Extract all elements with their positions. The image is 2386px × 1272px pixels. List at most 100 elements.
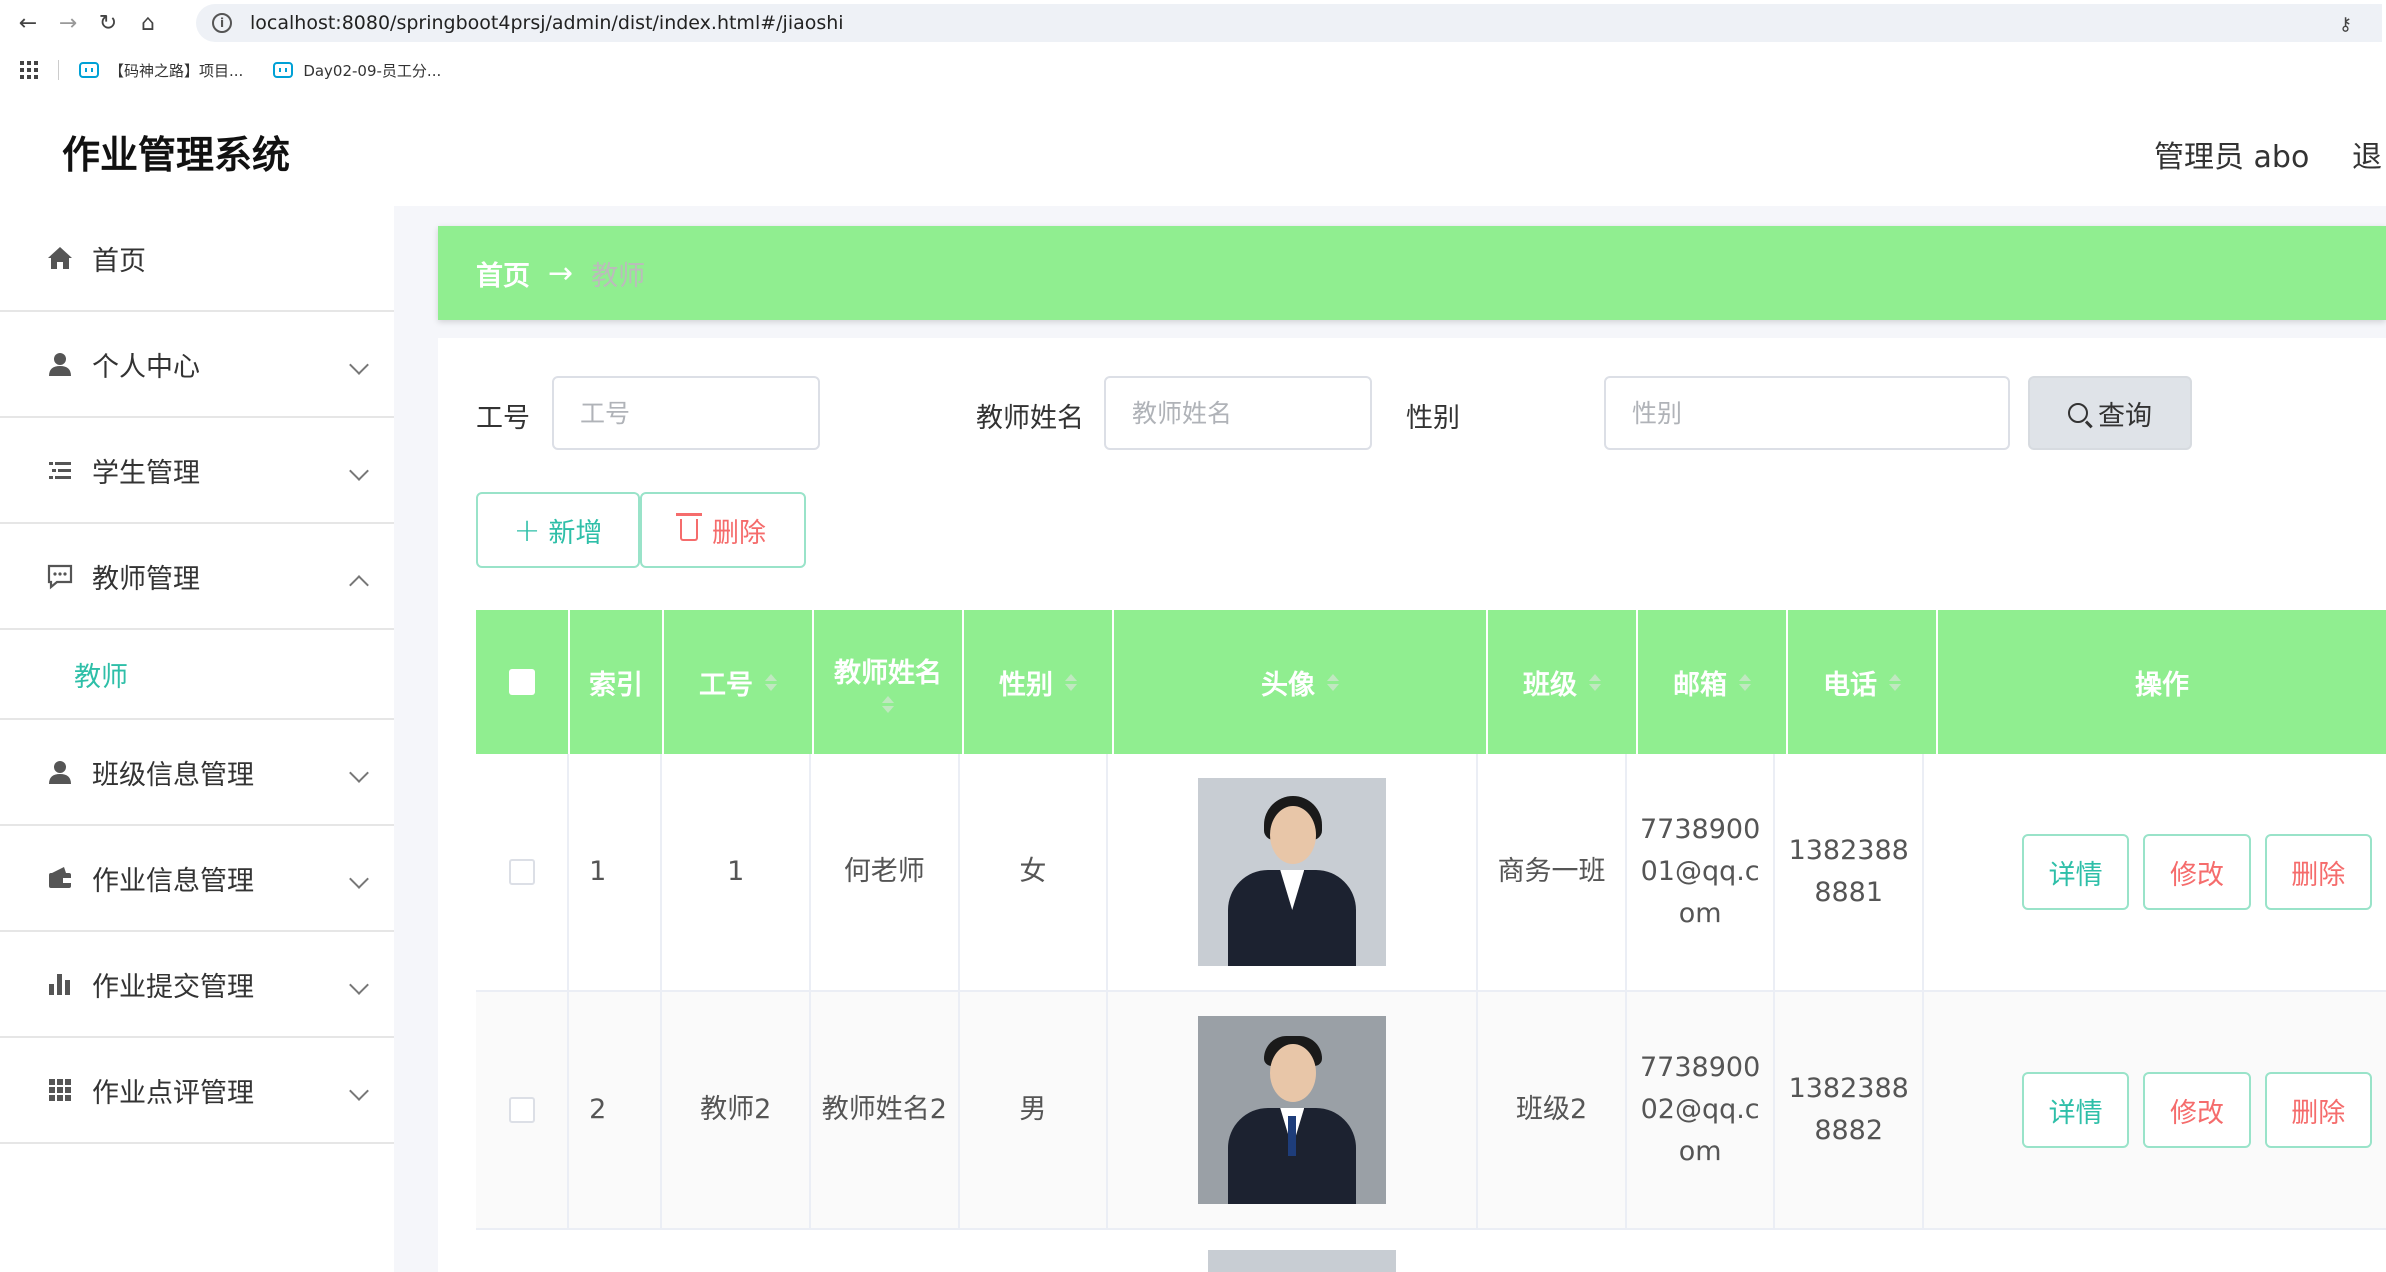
sidebar-item-label: 班级信息管理 <box>92 759 254 791</box>
sidebar-item-teachers[interactable]: 教师管理 <box>0 524 394 630</box>
sidebar-item-classes[interactable]: 班级信息管理 <box>0 720 394 826</box>
forward-icon[interactable]: → <box>48 0 88 46</box>
home-icon <box>46 244 74 272</box>
bar-chart-icon <box>46 970 74 998</box>
teacher-avatar-image <box>1208 1250 1396 1272</box>
sidebar-item-label: 作业提交管理 <box>92 971 254 1003</box>
sidebar-item-home[interactable]: 首页 <box>0 206 394 312</box>
cell-gender: 男 <box>960 992 1109 1228</box>
bilibili-icon <box>273 62 294 78</box>
gender-input[interactable] <box>1604 376 2010 450</box>
column-header-index: 索引 <box>570 610 664 754</box>
cell-phone: 13823888882 <box>1775 992 1924 1228</box>
sidebar-item-label: 学生管理 <box>92 457 200 489</box>
bookmark-label: Day02-09-员工分... <box>303 61 442 80</box>
sort-icon[interactable] <box>1327 673 1339 691</box>
app-header: 作业管理系统 管理员 abo 退 <box>0 94 2386 206</box>
header-label: 邮箱 <box>1673 669 1727 701</box>
breadcrumb-home[interactable]: 首页 <box>476 254 530 293</box>
address-bar[interactable]: i localhost:8080/springboot4prsj/admin/d… <box>196 4 2382 42</box>
info-icon[interactable]: i <box>212 13 232 33</box>
header-label: 班级 <box>1523 669 1577 701</box>
logout-link[interactable]: 退 <box>2352 132 2382 176</box>
breadcrumb-current: 教师 <box>591 260 646 292</box>
query-button[interactable]: 查询 <box>2028 376 2192 450</box>
query-button-label: 查询 <box>2098 400 2152 432</box>
bilibili-icon <box>79 62 99 78</box>
batch-delete-button[interactable]: 删除 <box>640 492 806 568</box>
cell-name: 教师姓名2 <box>811 992 960 1228</box>
cell-name: 何老师 <box>811 754 960 990</box>
url-text: localhost:8080/springboot4prsj/admin/dis… <box>250 12 844 34</box>
header-label: 操作 <box>2135 669 2189 701</box>
column-header-email[interactable]: 邮箱 <box>1638 610 1788 754</box>
select-all-cell <box>476 610 570 754</box>
header-label: 索引 <box>589 669 643 701</box>
teacher-name-input[interactable] <box>1104 376 1372 450</box>
row-checkbox[interactable] <box>508 859 535 885</box>
bookmark-item[interactable]: 【码神之路】项目... <box>79 60 243 81</box>
sidebar-item-reviews[interactable]: 作业点评管理 <box>0 1038 394 1144</box>
current-user: 管理员 abo <box>2154 140 2310 175</box>
sort-icon[interactable] <box>1589 673 1601 691</box>
key-icon[interactable]: ⚷ <box>2339 14 2352 35</box>
user-icon <box>46 758 74 786</box>
sort-icon[interactable] <box>765 673 777 691</box>
teacher-avatar-image <box>1198 1016 1387 1204</box>
edit-button[interactable]: 修改 <box>2143 1072 2251 1148</box>
sidebar-item-profile[interactable]: 个人中心 <box>0 312 394 418</box>
sidebar-item-submissions[interactable]: 作业提交管理 <box>0 932 394 1038</box>
header-label: 头像 <box>1261 669 1315 701</box>
apps-icon[interactable] <box>20 61 38 79</box>
breadcrumb-arrow-icon: → <box>548 255 574 291</box>
sidebar-subitem-teacher[interactable]: 教师 <box>0 630 394 720</box>
batch-delete-label: 删除 <box>712 517 766 549</box>
bookmark-item[interactable]: Day02-09-员工分... <box>273 60 441 81</box>
gonghao-label: 工号 <box>476 403 530 434</box>
sort-icon[interactable] <box>882 696 894 713</box>
select-all-checkbox[interactable] <box>509 669 535 695</box>
delete-button[interactable]: 删除 <box>2264 1072 2372 1148</box>
list-icon <box>46 456 74 484</box>
sort-icon[interactable] <box>1889 673 1901 691</box>
chevron-down-icon <box>349 355 369 375</box>
column-header-name[interactable]: 教师姓名 <box>814 610 964 754</box>
sidebar-item-label: 作业点评管理 <box>92 1077 254 1109</box>
column-header-phone[interactable]: 电话 <box>1788 610 1938 754</box>
add-button[interactable]: + 新增 <box>476 492 640 568</box>
table-header: 索引 工号 教师姓名 性别 头像 班级 邮箱 电话 操作 <box>476 610 2386 754</box>
column-header-avatar[interactable]: 头像 <box>1114 610 1488 754</box>
wallet-icon <box>46 864 74 892</box>
back-icon[interactable]: ← <box>8 0 48 46</box>
teacher-name-label: 教师姓名 <box>976 403 1084 434</box>
cell-index: 1 <box>569 754 663 990</box>
sidebar-item-homework[interactable]: 作业信息管理 <box>0 826 394 932</box>
trash-icon <box>676 513 702 541</box>
add-button-label: 新增 <box>548 517 603 549</box>
sidebar-item-students[interactable]: 学生管理 <box>0 418 394 524</box>
cell-class: 商务一班 <box>1478 754 1627 990</box>
column-header-class[interactable]: 班级 <box>1488 610 1638 754</box>
user-icon <box>46 350 74 378</box>
gonghao-input[interactable] <box>552 376 820 450</box>
delete-button[interactable]: 删除 <box>2264 834 2372 910</box>
sort-icon[interactable] <box>1065 673 1077 691</box>
edit-button[interactable]: 修改 <box>2143 834 2251 910</box>
sidebar-item-label: 作业信息管理 <box>92 865 254 897</box>
header-label: 性别 <box>999 669 1053 701</box>
column-header-gonghao[interactable]: 工号 <box>664 610 814 754</box>
cell-gender: 女 <box>960 754 1109 990</box>
row-checkbox[interactable] <box>508 1097 535 1123</box>
sort-icon[interactable] <box>1739 673 1751 691</box>
reload-icon[interactable]: ↻ <box>88 0 128 46</box>
page: ← → ↻ ⌂ i localhost:8080/springboot4prsj… <box>0 0 2386 1272</box>
search-form: 工号 教师姓名 性别 查询 <box>438 376 2386 450</box>
plus-icon: + <box>513 511 541 549</box>
home-icon[interactable]: ⌂ <box>128 0 168 46</box>
column-header-gender[interactable]: 性别 <box>964 610 1114 754</box>
cell-gonghao: 教师2 <box>662 992 812 1228</box>
browser-toolbar: ← → ↻ ⌂ i localhost:8080/springboot4prsj… <box>0 0 2386 46</box>
detail-button[interactable]: 详情 <box>2021 1072 2130 1148</box>
app-title: 作业管理系统 <box>62 133 291 177</box>
detail-button[interactable]: 详情 <box>2021 834 2130 910</box>
